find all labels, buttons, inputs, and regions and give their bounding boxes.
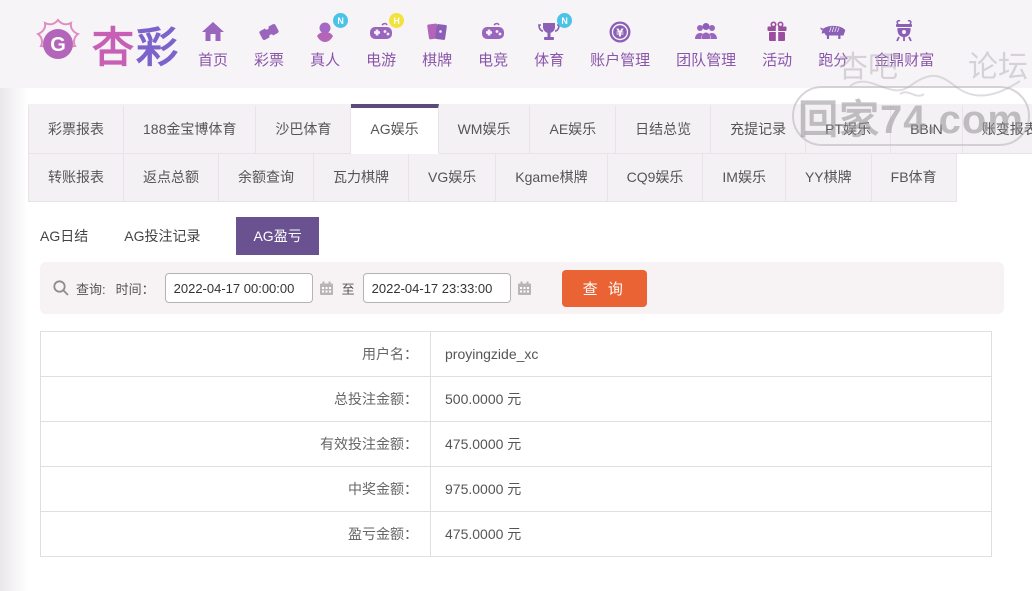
tab-saba-sports[interactable]: 沙巴体育	[256, 104, 352, 154]
subtab-ag-bet-records[interactable]: AG投注记录	[124, 217, 200, 255]
nav-item-slots[interactable]: H 电游	[366, 13, 405, 70]
profit-loss-table: 用户名： proyingzide_xc 总投注金额： 500.0000 元 有效…	[40, 331, 992, 557]
tab-rebate-total[interactable]: 返点总额	[124, 154, 219, 202]
row-value-profit-loss: 475.0000 元	[445, 526, 522, 542]
calendar-icon-from[interactable]	[319, 281, 334, 296]
row-value-username: proyingzide_xc	[445, 346, 539, 362]
esports-gamepad-icon	[479, 18, 507, 46]
row-value-winnings: 975.0000 元	[445, 481, 522, 497]
tab-im-entertainment[interactable]: IM娱乐	[703, 154, 786, 202]
table-row: 用户名： proyingzide_xc	[41, 332, 991, 377]
trophy-icon: N	[535, 13, 573, 46]
tab-transfer-report[interactable]: 转账报表	[28, 154, 124, 202]
row-label-valid-bet: 有效投注金额：	[41, 422, 431, 466]
tab-ag-entertainment[interactable]: AG娱乐	[351, 104, 439, 154]
svg-text:¥: ¥	[616, 27, 624, 40]
tab-vg-entertainment[interactable]: VG娱乐	[409, 154, 497, 202]
nav-item-team[interactable]: 团队管理	[676, 18, 736, 70]
tab-188-sports[interactable]: 188金宝博体育	[124, 104, 257, 154]
to-label: 至	[341, 281, 355, 297]
row-label-username: 用户名：	[41, 332, 431, 376]
tab-pt-entertainment[interactable]: PT娱乐	[806, 104, 892, 154]
nav-item-cards[interactable]: 棋牌	[422, 18, 452, 70]
tab-lottery-report[interactable]: 彩票报表	[28, 104, 124, 154]
nav-item-account[interactable]: ¥ 账户管理	[590, 18, 650, 70]
time-label: 时间：	[115, 281, 155, 297]
tab-account-change[interactable]: 账变报表	[962, 104, 1032, 154]
flower-logo-icon: G	[30, 16, 86, 72]
row-label-winnings: 中奖金额：	[41, 467, 431, 511]
ticket-icon	[255, 18, 283, 46]
query-bar: 查询: 时间： 至 查 询	[40, 262, 1004, 314]
subtab-ag-daily[interactable]: AG日结	[40, 217, 88, 255]
date-from-input[interactable]	[164, 273, 313, 303]
table-row: 总投注金额： 500.0000 元	[41, 377, 991, 422]
table-row: 有效投注金额： 475.0000 元	[41, 422, 991, 467]
subtab-ag-profit-loss[interactable]: AG盈亏	[236, 217, 319, 255]
nav-item-wealth[interactable]: 金鼎财富	[874, 18, 934, 70]
query-label: 查询:	[76, 281, 106, 297]
calendar-icon-to[interactable]	[517, 281, 532, 296]
gift-icon	[763, 18, 791, 46]
table-row: 中奖金额： 975.0000 元	[41, 467, 991, 512]
nav-item-home[interactable]: 首页	[198, 18, 228, 70]
top-header: G 杏彩 首页 彩票 N 真人 H 电游 棋牌 电竞 N 体育 ¥ 账户管理 团…	[0, 0, 1032, 88]
main-nav: 首页 彩票 N 真人 H 电游 棋牌 电竞 N 体育 ¥ 账户管理 团队管理 活…	[198, 13, 934, 70]
rhino-icon	[819, 18, 847, 46]
tab-cq9-entertainment[interactable]: CQ9娱乐	[607, 154, 704, 202]
nav-item-promos[interactable]: 活动	[762, 18, 792, 70]
cauldron-icon	[890, 18, 918, 46]
new-badge: N	[333, 13, 349, 28]
tab-balance-query[interactable]: 余额查询	[219, 154, 314, 202]
query-button[interactable]: 查 询	[561, 269, 647, 307]
tab-wm-entertainment[interactable]: WM娱乐	[438, 104, 531, 154]
svg-text:G: G	[50, 34, 66, 56]
tab-row-2: 转账报表 返点总额 余额查询 瓦力棋牌 VG娱乐 Kgame棋牌 CQ9娱乐 I…	[28, 154, 1032, 202]
nav-item-esports[interactable]: 电竞	[478, 18, 508, 70]
yuan-coin-icon: ¥	[606, 18, 634, 46]
hot-badge: H	[389, 13, 405, 28]
tab-yy-cards[interactable]: YY棋牌	[785, 154, 872, 202]
tab-bbin[interactable]: BBIN	[891, 104, 963, 154]
search-icon	[52, 279, 70, 297]
brand-logo[interactable]: G 杏彩	[30, 14, 180, 75]
date-to-input[interactable]	[362, 273, 511, 303]
tab-fb-sports[interactable]: FB体育	[871, 154, 957, 202]
nav-item-benchmark[interactable]: 跑分	[818, 18, 848, 70]
ag-subtabs: AG日结 AG投注记录 AG盈亏	[40, 217, 319, 255]
row-value-total-bet: 500.0000 元	[445, 391, 522, 407]
report-tabs: 彩票报表 188金宝博体育 沙巴体育 AG娱乐 WM娱乐 AE娱乐 日结总览 充…	[28, 104, 1032, 202]
home-icon	[199, 18, 227, 46]
left-edge-gradient	[0, 88, 28, 591]
tab-daily-summary[interactable]: 日结总览	[616, 104, 712, 154]
brand-name: 杏彩	[92, 23, 181, 71]
team-icon	[692, 18, 720, 46]
person-icon: N	[311, 13, 349, 46]
gamepad-icon: H	[367, 13, 405, 46]
new-badge: N	[557, 13, 573, 28]
nav-item-lottery[interactable]: 彩票	[254, 18, 284, 70]
cards-icon	[423, 18, 451, 46]
row-value-valid-bet: 475.0000 元	[445, 436, 522, 452]
tab-deposit-withdraw[interactable]: 充提记录	[711, 104, 807, 154]
tab-ae-entertainment[interactable]: AE娱乐	[530, 104, 617, 154]
tab-wali-cards[interactable]: 瓦力棋牌	[314, 154, 409, 202]
nav-item-sports[interactable]: N 体育	[534, 13, 573, 70]
nav-item-live[interactable]: N 真人	[310, 13, 349, 70]
table-row: 盈亏金额： 475.0000 元	[41, 512, 991, 557]
row-label-total-bet: 总投注金额：	[41, 377, 431, 421]
tab-row-1: 彩票报表 188金宝博体育 沙巴体育 AG娱乐 WM娱乐 AE娱乐 日结总览 充…	[28, 104, 1032, 154]
tab-kgame-cards[interactable]: Kgame棋牌	[496, 154, 608, 202]
row-label-profit-loss: 盈亏金额：	[41, 512, 431, 556]
